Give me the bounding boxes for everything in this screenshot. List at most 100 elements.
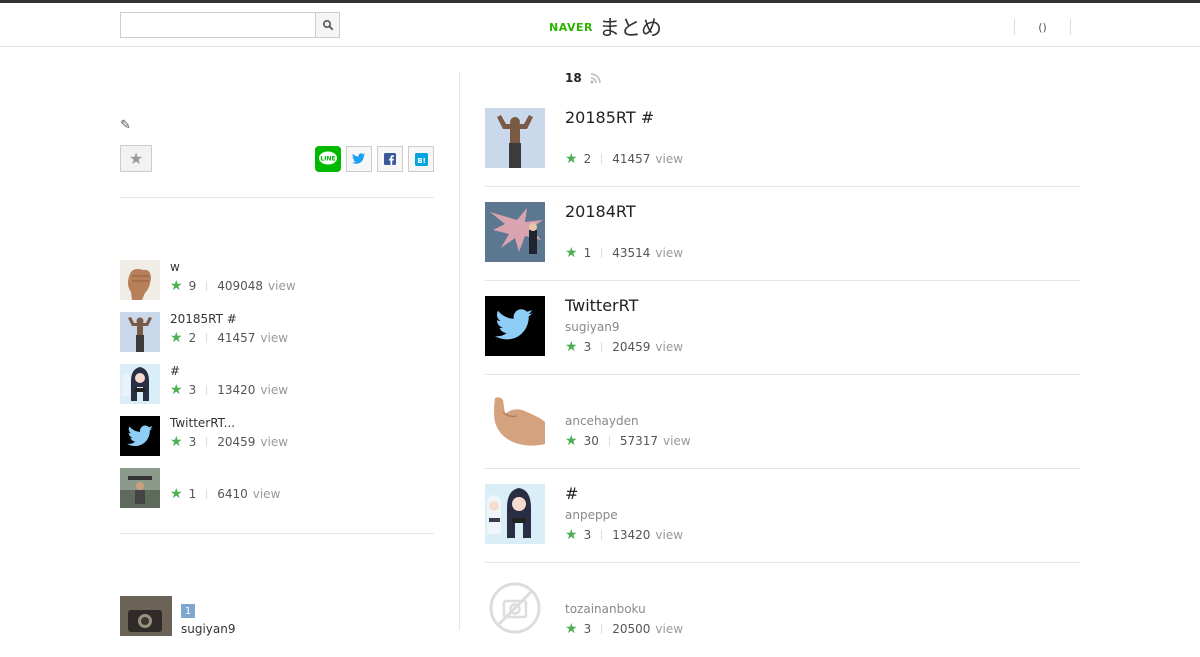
star-count: 2 [583, 152, 592, 166]
thumbnail-flexing-man [485, 108, 545, 168]
author-name[interactable]: sugiyan9 [181, 622, 236, 636]
matome-title[interactable]: TwitterRT [565, 296, 638, 315]
author-avatar[interactable] [120, 596, 172, 636]
list-item-title[interactable]: 20185RT # [170, 312, 237, 326]
matome-item[interactable]: 20185RT # ★ 2 41457 view [485, 93, 1080, 187]
matome-meta: ★ 30 57317 view [565, 433, 691, 449]
meta-separator [206, 281, 208, 291]
list-item-meta: ★ 2 41457 view [170, 330, 288, 346]
meta-separator [206, 333, 208, 343]
list-item[interactable]: w ★ 9 409048 view [120, 260, 434, 300]
view-label: view [260, 331, 289, 345]
matome-author[interactable]: ancehayden [565, 414, 639, 428]
hatena-bookmark-icon: B! [414, 152, 428, 166]
star-icon: ★ [170, 434, 183, 450]
search-button[interactable] [315, 12, 340, 38]
matome-meta: ★ 2 41457 view [565, 151, 683, 167]
left-divider-1 [120, 197, 434, 198]
matome-item[interactable]: 20184RT ★ 1 43514 view [485, 187, 1080, 281]
meta-separator [601, 342, 603, 352]
thumbnail-arm [485, 390, 545, 450]
svg-text:LINE: LINE [320, 156, 335, 163]
matome-item[interactable]: TwitterRT sugiyan9 ★ 3 20459 view [485, 281, 1080, 375]
list-item[interactable]: 20185RT # ★ 2 41457 view [120, 312, 434, 352]
star-count: 9 [188, 279, 197, 293]
matome-title[interactable]: 20185RT # [565, 108, 654, 127]
rss-icon[interactable] [590, 72, 601, 84]
svg-text:B!: B! [417, 156, 426, 164]
star-count: 3 [188, 383, 197, 397]
view-label: view [260, 435, 289, 449]
star-icon: ★ [170, 382, 183, 398]
list-item[interactable]: ★ 1 6410 view [120, 468, 434, 508]
list-item[interactable]: # ★ 3 13420 view [120, 364, 434, 404]
thumbnail-anime [485, 484, 545, 544]
search-input[interactable] [120, 12, 316, 38]
matome-item[interactable]: ancehayden ★ 30 57317 view [485, 375, 1080, 469]
matome-author[interactable]: sugiyan9 [565, 320, 620, 334]
header-right-link[interactable]: () [1014, 19, 1071, 35]
star-icon: ★ [170, 278, 183, 294]
favorite-button[interactable]: ★ [120, 145, 152, 172]
author-rank-badge: 1 [181, 604, 195, 618]
matome-author[interactable]: tozainanboku [565, 602, 646, 616]
star-icon: ★ [565, 433, 578, 449]
star-icon: ★ [565, 527, 578, 543]
share-facebook-button[interactable] [377, 146, 403, 172]
matome-title[interactable]: # [565, 484, 578, 503]
thumbnail-mural [485, 202, 545, 262]
view-count: 20459 [612, 340, 651, 354]
list-item-meta: ★ 1 6410 view [170, 486, 280, 502]
meta-separator [601, 530, 603, 540]
thumbnail-anime [120, 364, 160, 404]
matome-count: 18 [565, 71, 582, 85]
matome-item[interactable]: # anpeppe ★ 3 13420 view [485, 469, 1080, 563]
view-label: view [663, 434, 691, 448]
share-line-button[interactable]: LINE [315, 146, 341, 172]
star-count: 2 [188, 331, 197, 345]
share-hatena-button[interactable]: B! [408, 146, 434, 172]
twitter-icon [352, 153, 365, 164]
matome-item[interactable]: tozainanboku ★ 3 20500 view [485, 563, 1080, 657]
matome-title[interactable]: 20184RT [565, 202, 636, 221]
naver-matome-logo[interactable]: NAVER まとめ [549, 12, 662, 42]
thumbnail-twitter [120, 416, 160, 456]
star-icon: ★ [565, 245, 578, 261]
pencil-icon[interactable]: ✎ [120, 118, 131, 133]
logo-brand: NAVER [549, 20, 593, 34]
view-count: 57317 [619, 434, 659, 448]
left-divider-2 [120, 533, 434, 534]
facebook-icon [384, 153, 396, 165]
thumbnail-photo [120, 468, 160, 508]
view-label: view [655, 528, 684, 542]
list-item-title[interactable]: # [170, 364, 180, 378]
list-item-meta: ★ 3 13420 view [170, 382, 288, 398]
list-item-title[interactable]: TwitterRT... [170, 416, 235, 430]
view-label: view [268, 279, 296, 293]
star-count: 1 [188, 487, 197, 501]
meta-separator [206, 489, 208, 499]
view-count: 41457 [217, 331, 256, 345]
thumbnail-twitter [485, 296, 545, 356]
star-icon: ★ [565, 151, 578, 167]
view-label: view [655, 152, 684, 166]
thumbnail-fist [120, 260, 160, 300]
logo-service: まとめ [598, 16, 662, 40]
list-item-title[interactable]: w [170, 260, 180, 274]
share-twitter-button[interactable] [346, 146, 372, 172]
matome-count-row: 18 [565, 71, 601, 85]
meta-separator [206, 385, 208, 395]
star-icon: ★ [128, 149, 144, 168]
view-count: 409048 [217, 279, 264, 293]
column-divider [459, 72, 460, 630]
line-icon: LINE [319, 151, 337, 165]
matome-author[interactable]: anpeppe [565, 508, 618, 522]
view-label: view [252, 487, 281, 501]
view-label: view [655, 340, 684, 354]
star-icon: ★ [565, 621, 578, 637]
list-item[interactable]: TwitterRT... ★ 3 20459 view [120, 416, 434, 456]
list-item-meta: ★ 9 409048 view [170, 278, 296, 294]
thumbnail-flexing-man [120, 312, 160, 352]
view-count: 13420 [612, 528, 651, 542]
star-count: 1 [583, 246, 592, 260]
